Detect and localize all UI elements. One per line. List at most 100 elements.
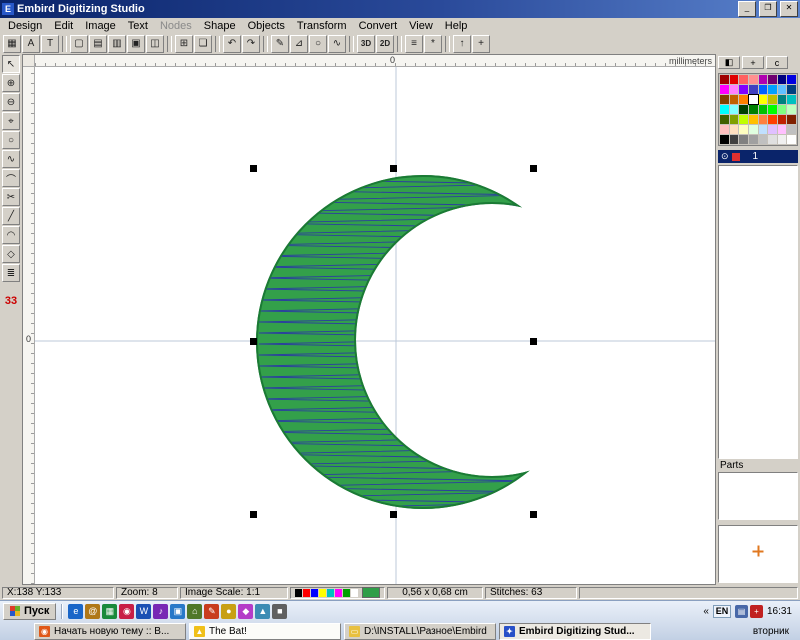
palette-swatch[interactable] [730, 135, 739, 144]
toolbar-button[interactable] [167, 36, 172, 52]
word-icon[interactable]: W [136, 604, 151, 619]
menu-item[interactable]: Edit [48, 18, 79, 33]
view-2d-button[interactable]: 2D [376, 35, 394, 53]
square-app-icon[interactable]: ■ [272, 604, 287, 619]
palette-swatch[interactable] [730, 85, 739, 94]
layer-visibility-icon[interactable]: ⊙ [721, 151, 729, 162]
selection-handle[interactable] [250, 511, 257, 518]
add-color-button[interactable]: + [742, 56, 764, 69]
keyboard-tray-icon[interactable]: ▤ [735, 605, 748, 618]
palette-swatch[interactable] [768, 125, 777, 134]
palette-swatch[interactable] [768, 75, 777, 84]
palette-swatch[interactable] [778, 105, 787, 114]
palette-swatch[interactable] [759, 85, 768, 94]
tray-chevron-icon[interactable]: « [703, 606, 709, 617]
menu-item[interactable]: Design [2, 18, 48, 33]
redo-button[interactable]: ↷ [242, 35, 260, 53]
open-image-button[interactable]: ▥ [108, 35, 126, 53]
palette-swatch[interactable] [778, 135, 787, 144]
triangle-tool-button[interactable]: ⊿ [290, 35, 308, 53]
arc-tool[interactable]: ◠ [2, 226, 20, 244]
undo-button[interactable]: ↶ [223, 35, 241, 53]
palette-swatch[interactable] [778, 95, 787, 104]
triangle-app-icon[interactable]: ▲ [255, 604, 270, 619]
palette-swatch[interactable] [759, 115, 768, 124]
palette-swatch[interactable] [768, 135, 777, 144]
palette-swatch[interactable] [749, 75, 758, 84]
palette-swatch[interactable] [720, 135, 729, 144]
palette-swatch[interactable] [749, 115, 758, 124]
lettering-t-button[interactable]: T [41, 35, 59, 53]
toolbar-button[interactable] [263, 36, 268, 52]
wave-tool-button[interactable]: ∿ [328, 35, 346, 53]
column-tool[interactable]: ≣ [2, 264, 20, 282]
selection-handle[interactable] [530, 165, 537, 172]
selection-handle[interactable] [390, 511, 397, 518]
thread-catalog-button[interactable]: ◧ [718, 56, 740, 69]
palette-swatch[interactable] [730, 105, 739, 114]
status-swatch[interactable] [295, 589, 302, 597]
lettering-a-button[interactable]: A [22, 35, 40, 53]
palette-swatch[interactable] [720, 115, 729, 124]
palette-swatch[interactable] [787, 135, 796, 144]
status-swatch[interactable] [343, 589, 350, 597]
palette-swatch[interactable] [768, 115, 777, 124]
mail-icon[interactable]: @ [85, 604, 100, 619]
line-tool[interactable]: ╱ [2, 207, 20, 225]
close-button[interactable]: ✕ [780, 1, 798, 17]
toolbar-button[interactable] [349, 36, 354, 52]
language-indicator[interactable]: EN [713, 605, 731, 618]
antivirus-tray-icon[interactable]: + [750, 605, 763, 618]
task-embird[interactable]: ✦ Embird Digitizing Stud... [499, 623, 651, 640]
palette-swatch[interactable] [778, 85, 787, 94]
palette-swatch[interactable] [730, 115, 739, 124]
palette-swatch[interactable] [787, 125, 796, 134]
selection-handle[interactable] [250, 165, 257, 172]
image-mode-button[interactable]: ▦ [3, 35, 21, 53]
palette-swatch[interactable] [730, 75, 739, 84]
palette-swatch[interactable] [739, 75, 748, 84]
palette-swatch[interactable] [720, 125, 729, 134]
ie-icon[interactable]: e [68, 604, 83, 619]
palette-swatch[interactable] [749, 125, 758, 134]
palette-swatch[interactable] [739, 105, 748, 114]
palette-swatch[interactable] [768, 85, 777, 94]
task-thebat[interactable]: ▲ The Bat! [189, 623, 341, 640]
menu-item[interactable]: Text [122, 18, 154, 33]
task-forum[interactable]: ◉ Начать новую тему :: В... [34, 623, 186, 640]
palette-swatch[interactable] [749, 135, 758, 144]
edit-nodes-button[interactable]: ✎ [271, 35, 289, 53]
palette-swatch[interactable] [720, 95, 729, 104]
palette-swatch[interactable] [739, 135, 748, 144]
copy-button[interactable]: ❏ [194, 35, 212, 53]
bezier-tool[interactable]: ⌒ [2, 169, 20, 187]
ellipse-select-tool[interactable]: ○ [2, 131, 20, 149]
toolbar-button[interactable] [215, 36, 220, 52]
palette-swatch[interactable] [720, 75, 729, 84]
circle-tool-button[interactable]: ○ [309, 35, 327, 53]
dot-app-icon[interactable]: ● [221, 604, 236, 619]
task-explorer[interactable]: ▭ D:\INSTALL\Разное\Embird [344, 623, 496, 640]
pan-tool[interactable]: ⌖ [2, 112, 20, 130]
palette-swatch[interactable] [787, 85, 796, 94]
palette-swatch[interactable] [787, 115, 796, 124]
color-mode-button[interactable]: c [766, 56, 788, 69]
menu-item[interactable]: Objects [242, 18, 291, 33]
preview-pane[interactable] [718, 525, 798, 583]
menu-item[interactable]: Convert [353, 18, 404, 33]
status-swatch[interactable] [351, 589, 358, 597]
parameters-button[interactable]: * [424, 35, 442, 53]
selection-handle[interactable] [530, 338, 537, 345]
palette-swatch[interactable] [768, 95, 777, 104]
palette-swatch[interactable] [730, 125, 739, 134]
palette-swatch[interactable] [759, 75, 768, 84]
knife-tool[interactable]: ✂ [2, 188, 20, 206]
toolbar-button[interactable] [62, 36, 67, 52]
stitch-list-button[interactable]: ≡ [405, 35, 423, 53]
palette-swatch[interactable] [739, 85, 748, 94]
app-window-icon[interactable]: ▣ [170, 604, 185, 619]
palette-swatch[interactable] [787, 95, 796, 104]
palette-swatch[interactable] [778, 75, 787, 84]
menu-item[interactable]: Nodes [154, 18, 198, 33]
palette-swatch[interactable] [759, 125, 768, 134]
